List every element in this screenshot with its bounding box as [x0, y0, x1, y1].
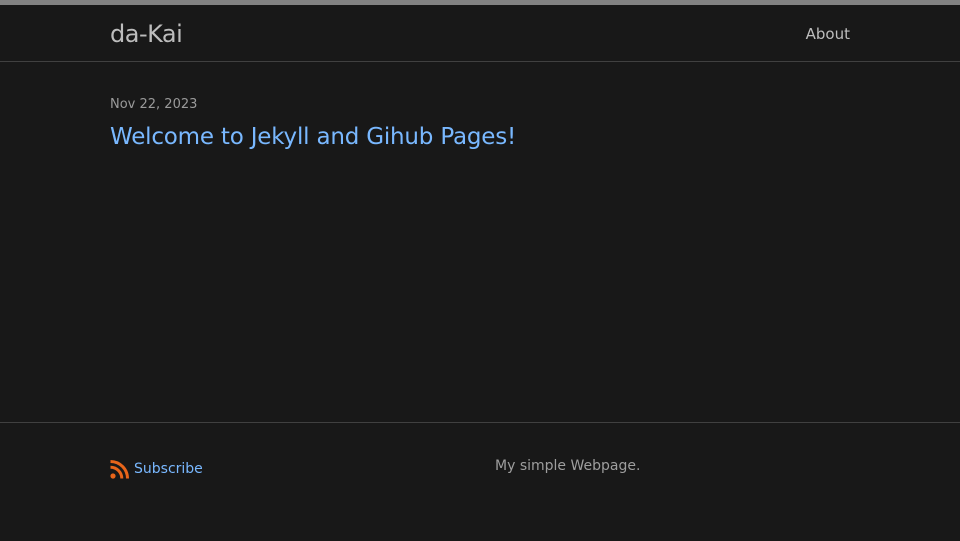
post-list: Nov 22, 2023 Welcome to Jekyll and Gihub…	[110, 96, 850, 152]
site-footer: Subscribe My simple Webpage.	[0, 422, 960, 541]
site-header: da-Kai About	[0, 5, 960, 62]
post-list-item: Nov 22, 2023 Welcome to Jekyll and Gihub…	[110, 96, 850, 152]
rss-icon	[110, 459, 129, 479]
subscribe-link[interactable]: Subscribe	[110, 459, 203, 479]
footer-description: My simple Webpage.	[495, 458, 641, 474]
post-date: Nov 22, 2023	[110, 97, 198, 112]
nav-link-about[interactable]: About	[806, 23, 850, 45]
subscribe-label: Subscribe	[134, 461, 203, 477]
post-title-link[interactable]: Welcome to Jekyll and Gihub Pages!	[110, 122, 516, 152]
site-title-link[interactable]: da-Kai	[110, 19, 183, 49]
